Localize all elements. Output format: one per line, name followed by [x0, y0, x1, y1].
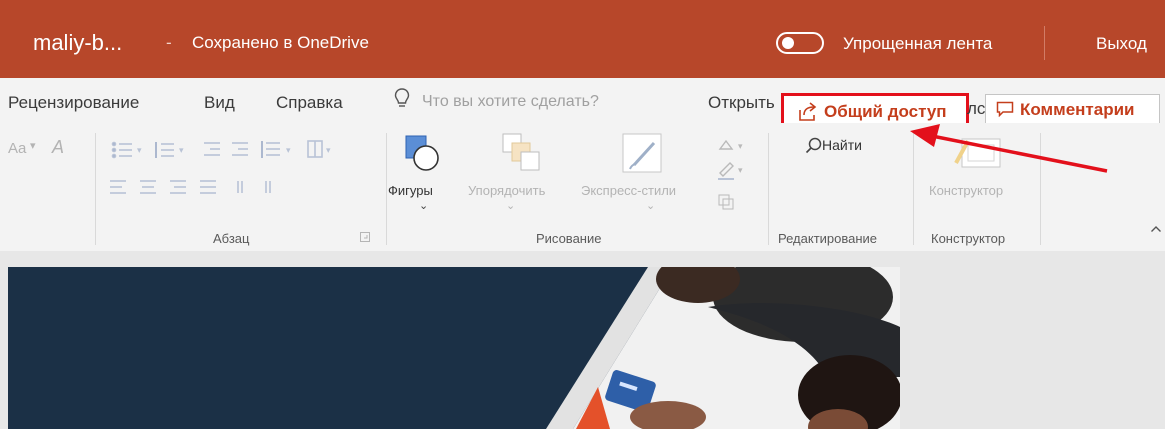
tab-review[interactable]: Рецензирование [8, 93, 139, 113]
simplified-ribbon-label: Упрощенная лента [843, 34, 993, 53]
group-label-designer: Конструктор [931, 231, 1006, 246]
group-label-paragraph: Абзац [213, 231, 250, 246]
shapes-dropdown-icon[interactable]: ⌄ [419, 199, 428, 212]
tab-view[interactable]: Вид [204, 93, 235, 113]
shapes-icon[interactable] [404, 134, 444, 174]
dialog-launcher-icon[interactable] [360, 232, 370, 242]
tab-help[interactable]: Справка [276, 93, 343, 113]
designer-button[interactable]: Конструктор [929, 183, 1003, 198]
exit-button[interactable]: Выход [1096, 34, 1147, 54]
arrange-dropdown-icon[interactable]: ⌄ [506, 199, 515, 212]
shape-format-icons[interactable]: ▾ ▾ [716, 137, 756, 217]
simplified-ribbon-toggle[interactable] [776, 32, 824, 54]
save-status[interactable]: Сохранено в OneDrive [192, 33, 369, 53]
find-icon [805, 137, 822, 154]
quick-styles-button[interactable]: Экспресс-стили [581, 183, 676, 198]
svg-text:▾: ▾ [326, 145, 331, 155]
slide-canvas[interactable] [8, 267, 900, 429]
share-label: Общий доступ [824, 102, 947, 121]
toggle-knob [782, 37, 794, 49]
ribbon-separator [913, 133, 914, 245]
chevron-up-icon[interactable] [1150, 224, 1162, 234]
slide-workspace [0, 251, 1165, 429]
share-icon [799, 102, 817, 121]
svg-text:▾: ▾ [738, 141, 743, 151]
comments-label: Комментарии [1020, 100, 1135, 119]
group-label-editing: Редактирование [778, 231, 878, 246]
comments-button[interactable]: Комментарии [985, 94, 1160, 124]
svg-text:▾: ▾ [738, 165, 743, 175]
arrange-icon[interactable] [500, 131, 542, 173]
comment-icon [996, 101, 1014, 117]
quick-styles-dropdown-icon[interactable]: ⌄ [646, 199, 655, 212]
tell-me-search[interactable]: Что вы хотите сделать? [422, 93, 599, 111]
slide-image [8, 267, 900, 429]
lightbulb-icon [394, 88, 410, 107]
find-button[interactable]: Найти [822, 137, 862, 153]
document-name[interactable]: maliy-b... [33, 30, 122, 56]
open-button[interactable]: Открыть [708, 93, 780, 113]
change-case-dropdown-icon[interactable]: ▾ [30, 139, 36, 152]
arrange-button[interactable]: Упорядочить [468, 183, 545, 198]
title-bar: maliy-b... - Сохранено в OneDrive Упроще… [0, 0, 1165, 78]
ribbon-separator [95, 133, 96, 245]
svg-text:▾: ▾ [137, 145, 142, 155]
group-label-drawing: Рисование [536, 231, 602, 246]
title-divider [1044, 26, 1045, 60]
paragraph-tools-icon[interactable]: ▾ ▾ ▾ ▾ [110, 139, 380, 203]
ribbon-separator [386, 133, 387, 245]
ribbon-separator [768, 133, 769, 245]
ribbon-separator [1040, 133, 1041, 245]
quick-styles-icon[interactable] [620, 131, 666, 177]
tab-row: Рецензирование Вид Справка Что вы хотите… [0, 78, 1165, 129]
svg-text:▾: ▾ [179, 145, 184, 155]
shapes-button[interactable]: Фигуры [388, 183, 433, 198]
change-case-button[interactable]: Aa [8, 140, 26, 157]
partial-label: лс [967, 99, 985, 118]
designer-icon[interactable] [954, 133, 1004, 173]
ribbon: Aa ▾ A ▾ ▾ ▾ ▾ Абзац Фигуры ⌄ Упорядочит… [0, 123, 1165, 251]
clear-format-button[interactable]: A [52, 137, 64, 158]
title-separator: - [166, 33, 172, 52]
svg-text:▾: ▾ [286, 145, 291, 155]
